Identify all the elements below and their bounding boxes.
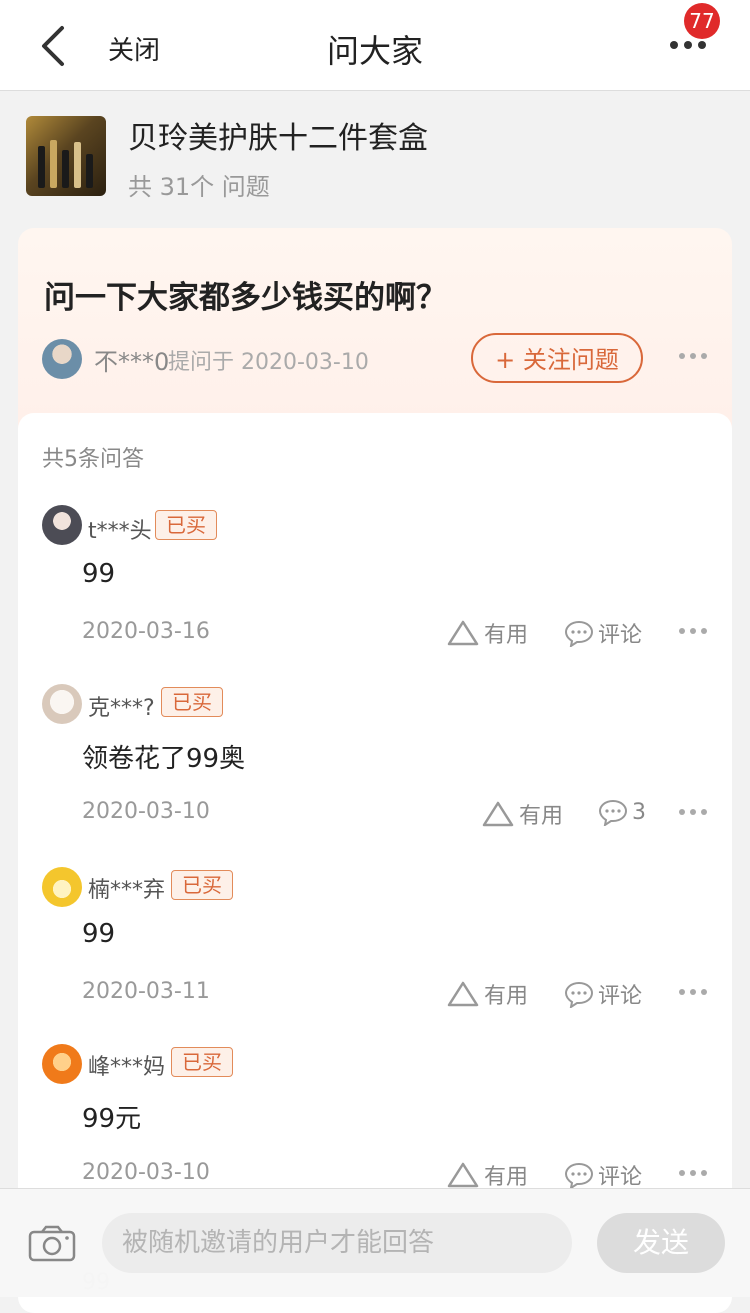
avatar[interactable] bbox=[42, 867, 82, 907]
question-text: 问一下大家都多少钱买的啊？ bbox=[44, 280, 447, 316]
triangle-icon bbox=[447, 1162, 479, 1188]
avatar[interactable] bbox=[42, 339, 82, 379]
camera-icon bbox=[28, 1225, 76, 1262]
follow-question-button[interactable]: + 关注问题 bbox=[471, 333, 643, 383]
comment-button[interactable]: 评论 bbox=[564, 1159, 642, 1191]
answer-user: 克***? bbox=[88, 696, 155, 721]
question-more-button[interactable] bbox=[678, 346, 708, 366]
bought-badge: 已买 bbox=[171, 1047, 233, 1077]
comment-button[interactable]: 评论 bbox=[564, 978, 642, 1010]
answer-date: 2020-03-10 bbox=[82, 799, 210, 824]
comment-count: 3 bbox=[632, 799, 646, 825]
comment-bubble-icon bbox=[564, 620, 594, 647]
bought-badge: 已买 bbox=[161, 687, 223, 717]
answer-user: 楠***弃 bbox=[88, 878, 166, 903]
answer-user: 峰***妈 bbox=[88, 1055, 166, 1080]
useful-button[interactable]: 有用 bbox=[446, 1159, 528, 1191]
answer-text: 99 bbox=[82, 559, 116, 589]
comment-label: 评论 bbox=[598, 984, 643, 1009]
page-title: 问大家 bbox=[326, 32, 423, 70]
more-dots-icon bbox=[679, 353, 707, 359]
bought-badge: 已买 bbox=[171, 870, 233, 900]
question-count: 共 31个 问题 bbox=[128, 173, 270, 201]
product-summary[interactable]: 贝玲美护肤十二件套盒 共 31个 问题 bbox=[0, 91, 750, 221]
useful-label: 有用 bbox=[484, 623, 529, 648]
comment-button[interactable]: 评论 bbox=[564, 617, 642, 649]
answers-card: 共5条问答 t***头 已买 99 2020-03-16 有用 评论 克***?… bbox=[18, 413, 732, 1313]
answer-text: 领卷花了99奥 bbox=[82, 744, 246, 774]
comment-label: 评论 bbox=[598, 623, 643, 648]
useful-button[interactable]: 有用 bbox=[446, 617, 528, 649]
useful-label: 有用 bbox=[484, 984, 529, 1009]
question-card: 问一下大家都多少钱买的啊？ 不***0 提问于 2020-03-10 + 关注问… bbox=[18, 228, 732, 428]
avatar[interactable] bbox=[42, 505, 82, 545]
answer-more-button[interactable] bbox=[678, 621, 708, 641]
answer-date: 2020-03-16 bbox=[82, 619, 210, 644]
answer-text: 99 bbox=[82, 919, 116, 949]
asked-date: 提问于 2020-03-10 bbox=[168, 350, 369, 375]
comment-button[interactable]: 3 bbox=[598, 798, 646, 826]
reply-bar: 发送 bbox=[0, 1188, 750, 1297]
comment-bubble-icon bbox=[564, 1162, 594, 1189]
answer-user: t***头 bbox=[88, 519, 152, 544]
top-nav-bar: 关闭 问大家 77 bbox=[0, 0, 750, 91]
product-name: 贝玲美护肤十二件套盒 bbox=[128, 121, 428, 156]
answer-more-button[interactable] bbox=[678, 802, 708, 822]
bought-badge: 已买 bbox=[155, 510, 217, 540]
product-thumbnail[interactable] bbox=[26, 116, 106, 196]
send-button[interactable]: 发送 bbox=[597, 1213, 725, 1273]
comment-bubble-icon bbox=[564, 981, 594, 1008]
answers-count: 共5条问答 bbox=[42, 447, 144, 472]
useful-label: 有用 bbox=[484, 1165, 529, 1190]
comment-label: 评论 bbox=[598, 1165, 643, 1190]
triangle-icon bbox=[447, 981, 479, 1007]
reply-input[interactable] bbox=[102, 1213, 572, 1273]
more-dots-icon bbox=[679, 628, 707, 634]
useful-label: 有用 bbox=[519, 804, 564, 829]
comment-bubble-icon bbox=[598, 799, 628, 826]
answer-date: 2020-03-11 bbox=[82, 979, 210, 1004]
triangle-icon bbox=[482, 801, 514, 827]
more-dots-icon bbox=[679, 809, 707, 815]
answer-more-button[interactable] bbox=[678, 982, 708, 1002]
more-dots-icon bbox=[679, 1170, 707, 1176]
triangle-icon bbox=[447, 620, 479, 646]
more-dots-icon bbox=[679, 989, 707, 995]
avatar[interactable] bbox=[42, 1044, 82, 1084]
useful-button[interactable]: 有用 bbox=[481, 798, 563, 830]
useful-button[interactable]: 有用 bbox=[446, 978, 528, 1010]
answer-more-button[interactable] bbox=[678, 1163, 708, 1183]
asker-name: 不***0 bbox=[94, 348, 170, 376]
camera-button[interactable] bbox=[28, 1224, 78, 1264]
answer-text: 99元 bbox=[82, 1104, 142, 1134]
notification-badge: 77 bbox=[684, 3, 720, 39]
answer-date: 2020-03-10 bbox=[82, 1160, 210, 1185]
avatar[interactable] bbox=[42, 684, 82, 724]
